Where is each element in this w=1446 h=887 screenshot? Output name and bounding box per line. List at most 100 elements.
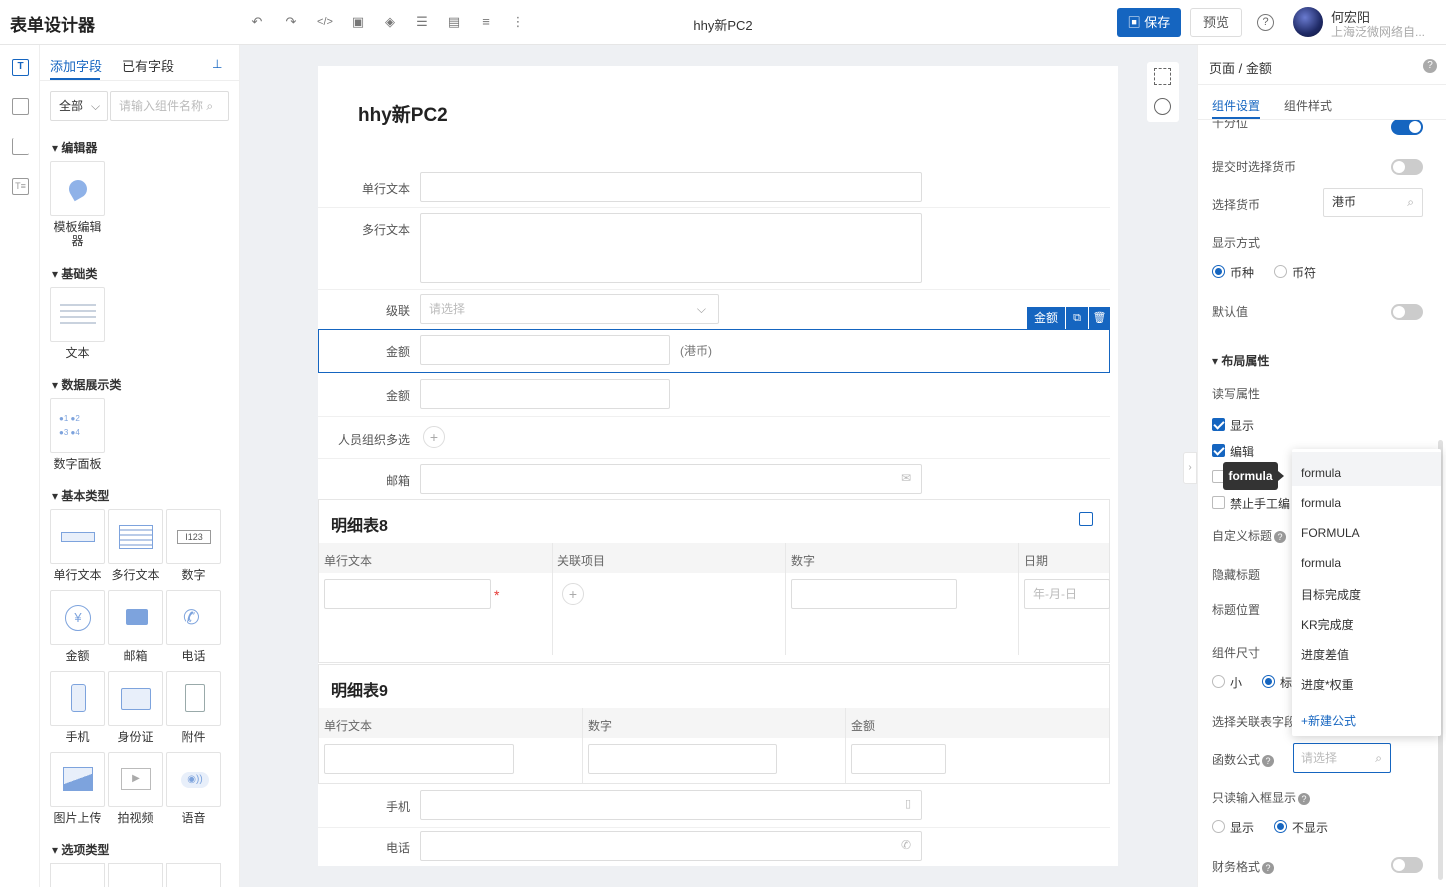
radio-readonly-hide[interactable]	[1274, 820, 1287, 833]
comp-image-upload[interactable]: 图片上传	[50, 752, 105, 825]
comp-option-2[interactable]	[108, 863, 163, 887]
amount-input-2[interactable]	[420, 379, 670, 409]
dropdown-item[interactable]: 进度*权重	[1301, 676, 1354, 693]
redo-icon[interactable]: ↷	[282, 13, 300, 31]
phone-input[interactable]: ✆	[420, 831, 922, 861]
comp-num-panel[interactable]: ●1 ●2 ●3 ●4 数字面板	[50, 398, 105, 471]
amount-input[interactable]	[420, 335, 670, 365]
section-editor[interactable]: ▾ 编辑器	[52, 139, 97, 156]
subtable8-text-input[interactable]	[324, 579, 491, 609]
dropdown-item[interactable]: KR完成度	[1301, 616, 1354, 633]
comp-attachment[interactable]: 附件	[166, 671, 221, 744]
undo-icon[interactable]: ↶	[248, 13, 266, 31]
formula-select[interactable]: 请选择 ⌕	[1293, 743, 1391, 773]
subtable9-text-input[interactable]	[324, 744, 514, 774]
frame-select-icon[interactable]	[1154, 68, 1171, 85]
edit-list-icon[interactable]: ≡	[477, 13, 495, 31]
comp-template-editor[interactable]: 模板编辑器	[50, 161, 105, 248]
preview-button[interactable]: 预览	[1190, 8, 1242, 37]
help-icon[interactable]: ?	[1423, 59, 1437, 73]
text-box-icon[interactable]: T≡	[12, 178, 29, 195]
section-display[interactable]: ▾ 数据展示类	[52, 376, 121, 393]
email-input[interactable]: ✉	[420, 464, 922, 494]
palette-icon[interactable]	[1154, 98, 1171, 115]
radio-size-small[interactable]	[1212, 675, 1225, 688]
add-person-icon[interactable]: +	[423, 426, 445, 448]
section-options[interactable]: ▾ 选项类型	[52, 841, 109, 858]
dropdown-item[interactable]: formula	[1301, 466, 1341, 480]
tab-add-field[interactable]: 添加字段	[50, 56, 102, 75]
currency-select[interactable]: 港币 ⌕	[1323, 188, 1423, 217]
dropdown-item[interactable]: FORMULA	[1301, 526, 1360, 540]
subtable9-amount-input[interactable]	[851, 744, 946, 774]
save-button[interactable]: ▣ 保存	[1117, 8, 1181, 37]
no-manual-checkbox[interactable]	[1212, 496, 1225, 509]
category-select[interactable]: 全部 ⌵	[50, 91, 108, 121]
dropdown-item[interactable]: 进度差值	[1301, 646, 1349, 663]
comp-voice[interactable]: ◉)) 语音	[166, 752, 221, 825]
comp-multi-text[interactable]: 多行文本	[108, 509, 163, 582]
dropdown-item[interactable]: formula	[1301, 556, 1341, 570]
thousand-sep-toggle[interactable]	[1391, 120, 1423, 135]
help-icon[interactable]: ?	[1274, 530, 1287, 543]
collapse-handle[interactable]: ›	[1183, 452, 1197, 484]
help-icon[interactable]: ?	[1298, 792, 1311, 805]
comp-option-3[interactable]	[166, 863, 221, 887]
comp-number[interactable]: I123 数字	[166, 509, 221, 582]
layers-icon[interactable]: ◈	[381, 13, 399, 31]
text-field-icon[interactable]: T	[12, 59, 29, 76]
chart-icon[interactable]: ▤	[445, 13, 463, 31]
subtable9-number-input[interactable]	[588, 744, 777, 774]
edit-checkbox[interactable]	[1212, 444, 1225, 457]
new-formula-link[interactable]: +新建公式	[1301, 712, 1356, 729]
single-text-input[interactable]	[420, 172, 922, 202]
radio-currency-symbol[interactable]	[1274, 265, 1287, 278]
comp-phone[interactable]: ✆ 电话	[166, 590, 221, 663]
comp-single-text[interactable]: 单行文本	[50, 509, 105, 582]
show-checkbox[interactable]	[1212, 418, 1225, 431]
breadcrumb-root[interactable]: 页面	[1209, 61, 1235, 76]
code-icon[interactable]: </>	[316, 13, 334, 31]
add-related-icon[interactable]: +	[562, 583, 584, 605]
comp-text[interactable]: 文本	[50, 287, 105, 360]
dropdown-item[interactable]: formula	[1301, 496, 1341, 510]
mobile-input[interactable]: ▯	[420, 790, 922, 820]
section-basic-types[interactable]: ▾ 基本类型	[52, 487, 109, 504]
comp-amount[interactable]: ¥ 金额	[50, 590, 105, 663]
component-search-input[interactable]: 请输入组件名称 ⌕	[110, 91, 229, 121]
layout-icon[interactable]	[12, 98, 29, 115]
help-icon[interactable]: ?	[1257, 14, 1274, 31]
database-icon[interactable]: ☰	[413, 13, 431, 31]
comp-mobile[interactable]: 手机	[50, 671, 105, 744]
more-icon[interactable]: ⋮	[509, 13, 527, 31]
avatar[interactable]	[1293, 7, 1323, 37]
radio-currency-code[interactable]	[1212, 265, 1225, 278]
tab-component-style[interactable]: 组件样式	[1284, 97, 1332, 114]
subtable8-date-input[interactable]: 年-月-日	[1024, 579, 1110, 609]
comp-option-1[interactable]	[50, 863, 105, 887]
default-value-toggle[interactable]	[1391, 304, 1423, 320]
trash-icon[interactable]: 🗑	[1089, 307, 1110, 329]
expand-icon[interactable]	[1079, 512, 1093, 526]
copy-icon[interactable]: ⧉	[1066, 307, 1088, 329]
help-icon[interactable]: ?	[1262, 861, 1275, 874]
multi-text-input[interactable]	[420, 213, 922, 283]
layout-section[interactable]: ▾ 布局属性	[1212, 352, 1269, 369]
cascade-select[interactable]: 请选择 ⌵	[420, 294, 719, 324]
tab-component-settings[interactable]: 组件设置	[1212, 97, 1260, 114]
finance-format-toggle[interactable]	[1391, 857, 1423, 873]
currency-submit-toggle[interactable]	[1391, 159, 1423, 175]
radio-readonly-show[interactable]	[1212, 820, 1225, 833]
section-basic[interactable]: ▾ 基础类	[52, 265, 97, 282]
comp-email[interactable]: 邮箱	[108, 590, 163, 663]
dropdown-item[interactable]: 目标完成度	[1301, 586, 1361, 603]
comp-id-card[interactable]: 身份证	[108, 671, 163, 744]
subtable8-number-input[interactable]	[791, 579, 957, 609]
radio-size-standard[interactable]	[1262, 675, 1275, 688]
tab-existing-field[interactable]: 已有字段	[122, 56, 174, 75]
comp-video[interactable]: ▶ 拍视频	[108, 752, 163, 825]
image-icon[interactable]: ▣	[349, 13, 367, 31]
chart-bar-icon[interactable]	[12, 138, 29, 155]
pin-icon[interactable]: ⊥	[212, 57, 222, 71]
help-icon[interactable]: ?	[1262, 754, 1275, 767]
